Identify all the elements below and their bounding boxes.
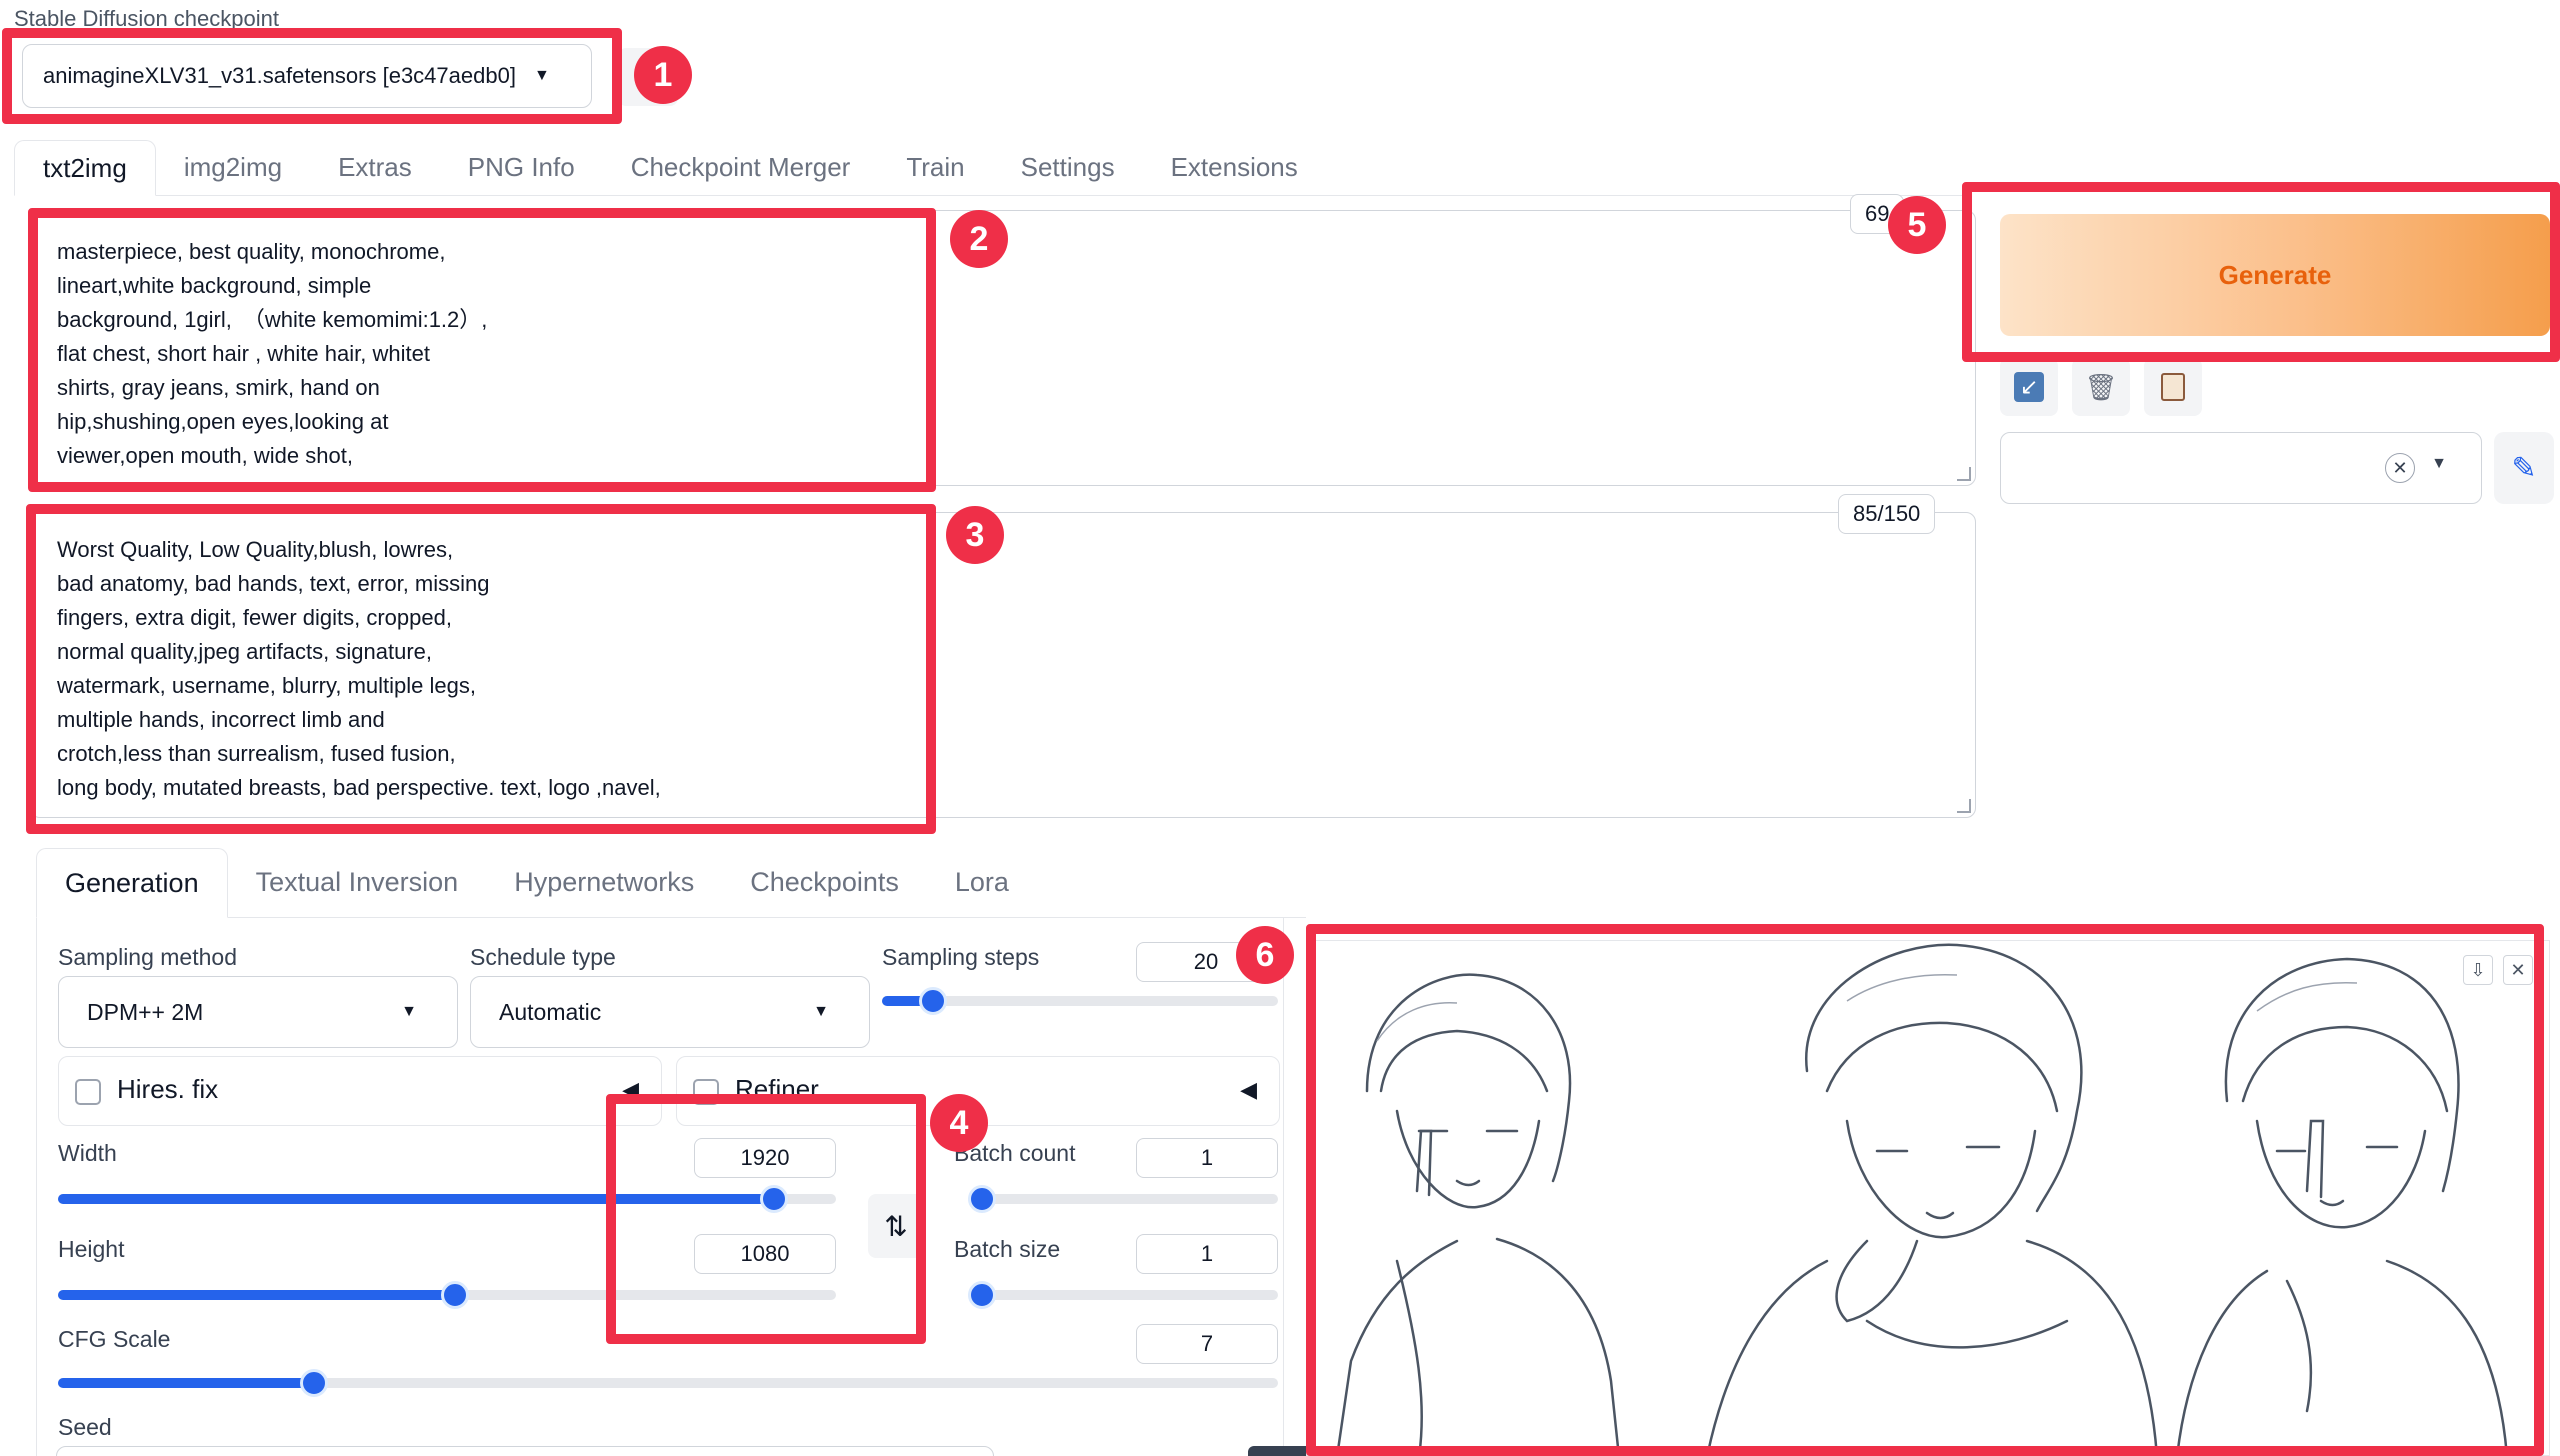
tab-textual-inversion[interactable]: Textual Inversion <box>228 847 487 917</box>
read-params-button[interactable]: ↙ <box>2000 358 2058 416</box>
slider-fill <box>58 1194 774 1204</box>
batch-size-label: Batch size <box>954 1236 1061 1262</box>
annotation-badge-2: 2 <box>950 210 1008 268</box>
sampling-method-label: Sampling method <box>58 944 237 970</box>
resize-handle[interactable] <box>1957 799 1971 813</box>
extra-networks-tabs: Generation Textual Inversion Hypernetwor… <box>36 848 1306 918</box>
tab-lora[interactable]: Lora <box>927 847 1037 917</box>
hires-fix-checkbox[interactable] <box>75 1079 101 1105</box>
styles-select[interactable]: ✕ ▼ <box>2000 432 2482 504</box>
checkpoint-value: animagineXLV31_v31.safetensors [e3c47aed… <box>43 63 516 88</box>
swap-arrows-icon: ⇅ <box>884 1210 908 1242</box>
refiner-checkbox[interactable] <box>693 1079 719 1105</box>
tab-extensions[interactable]: Extensions <box>1143 139 1326 195</box>
collapse-triangle-icon: ◀ <box>1240 1077 1257 1102</box>
schedule-type-label: Schedule type <box>470 944 616 970</box>
tab-train[interactable]: Train <box>878 139 992 195</box>
tab-checkpoint-merger[interactable]: Checkpoint Merger <box>603 139 879 195</box>
tab-settings[interactable]: Settings <box>993 139 1143 195</box>
negative-token-count: 85/150 <box>1838 494 1936 534</box>
schedule-type-value: Automatic <box>499 998 602 1025</box>
annotation-badge-1: 1 <box>634 46 692 104</box>
slider-fill <box>58 1290 455 1300</box>
cfg-scale-slider[interactable] <box>58 1369 1278 1397</box>
slider-thumb[interactable] <box>441 1281 469 1309</box>
seed-input[interactable] <box>56 1446 994 1456</box>
clear-icon[interactable]: ✕ <box>2385 453 2415 483</box>
slider-thumb[interactable] <box>760 1185 788 1213</box>
width-slider[interactable] <box>58 1185 836 1213</box>
annotation-badge-3: 3 <box>946 506 1004 564</box>
negative-prompt-text: Worst Quality, Low Quality,blush, lowres… <box>57 537 661 800</box>
edit-styles-button[interactable]: ✎ <box>2494 432 2554 504</box>
refiner-label: Refiner <box>735 1074 819 1104</box>
chevron-down-icon: ▼ <box>813 1003 829 1020</box>
height-slider[interactable] <box>58 1281 836 1309</box>
sampling-method-select[interactable]: DPM++ 2M ▼ <box>58 976 458 1048</box>
negative-prompt-textarea[interactable]: Worst Quality, Low Quality,blush, lowres… <box>30 512 1976 818</box>
slider-thumb[interactable] <box>968 1185 996 1213</box>
hires-fix-accordion[interactable]: Hires. fix ◀ <box>58 1056 662 1126</box>
tab-img2img[interactable]: img2img <box>156 139 310 195</box>
width-label: Width <box>58 1140 117 1166</box>
prompt-text: masterpiece, best quality, monochrome, l… <box>57 239 488 468</box>
main-tabs: txt2img img2img Extras PNG Info Checkpoi… <box>14 140 1970 196</box>
annotation-badge-6: 6 <box>1236 926 1294 984</box>
sampling-steps-label: Sampling steps <box>882 944 1040 970</box>
swap-dimensions-button[interactable]: ⇅ <box>868 1194 924 1258</box>
tab-generation[interactable]: Generation <box>36 848 228 918</box>
collapse-triangle-icon: ◀ <box>622 1077 639 1102</box>
width-input[interactable]: 1920 <box>694 1138 836 1178</box>
annotation-badge-4: 4 <box>930 1094 988 1152</box>
sampling-steps-slider[interactable] <box>882 987 1278 1015</box>
slider-fill <box>58 1378 314 1388</box>
close-icon[interactable]: ✕ <box>2503 955 2533 985</box>
generated-image-lineart <box>1307 941 2549 1455</box>
slider-thumb[interactable] <box>919 987 947 1015</box>
checkpoint-label: Stable Diffusion checkpoint <box>14 6 279 31</box>
schedule-type-select[interactable]: Automatic ▼ <box>470 976 870 1048</box>
tab-txt2img[interactable]: txt2img <box>14 140 156 196</box>
seed-label: Seed <box>58 1414 112 1440</box>
clipboard-icon <box>2161 373 2185 401</box>
clear-prompt-button[interactable]: 🗑 <box>2072 358 2130 416</box>
batch-size-input[interactable]: 1 <box>1136 1234 1278 1274</box>
apply-style-button[interactable] <box>2144 358 2202 416</box>
height-input[interactable]: 1080 <box>694 1234 836 1274</box>
annotation-badge-5: 5 <box>1888 196 1946 254</box>
slider-thumb[interactable] <box>968 1281 996 1309</box>
pencil-icon: ✎ <box>2511 451 2537 485</box>
batch-count-input[interactable]: 1 <box>1136 1138 1278 1178</box>
resize-handle[interactable] <box>1957 467 1971 481</box>
batch-count-slider[interactable] <box>968 1185 1278 1213</box>
generate-button[interactable]: Generate <box>2000 214 2550 336</box>
arrow-icon: ↙ <box>2014 372 2044 402</box>
sampling-method-value: DPM++ 2M <box>87 998 204 1025</box>
cfg-scale-label: CFG Scale <box>58 1326 171 1352</box>
height-label: Height <box>58 1236 125 1262</box>
chevron-down-icon: ▼ <box>401 1003 417 1020</box>
slider-thumb[interactable] <box>300 1369 328 1397</box>
trash-icon: 🗑 <box>2084 371 2118 402</box>
checkpoint-select[interactable]: animagineXLV31_v31.safetensors [e3c47aed… <box>22 44 592 108</box>
output-gallery[interactable]: ⇩ ✕ <box>1306 940 2550 1456</box>
tab-extras[interactable]: Extras <box>310 139 440 195</box>
cfg-scale-input[interactable]: 7 <box>1136 1324 1278 1364</box>
download-icon[interactable]: ⇩ <box>2463 955 2493 985</box>
chevron-down-icon: ▼ <box>2431 455 2447 472</box>
chevron-down-icon: ▼ <box>533 67 550 84</box>
tab-checkpoints[interactable]: Checkpoints <box>722 847 927 917</box>
hires-fix-label: Hires. fix <box>117 1074 219 1104</box>
tab-png-info[interactable]: PNG Info <box>440 139 603 195</box>
tab-hypernetworks[interactable]: Hypernetworks <box>486 847 722 917</box>
batch-size-slider[interactable] <box>968 1281 1278 1309</box>
